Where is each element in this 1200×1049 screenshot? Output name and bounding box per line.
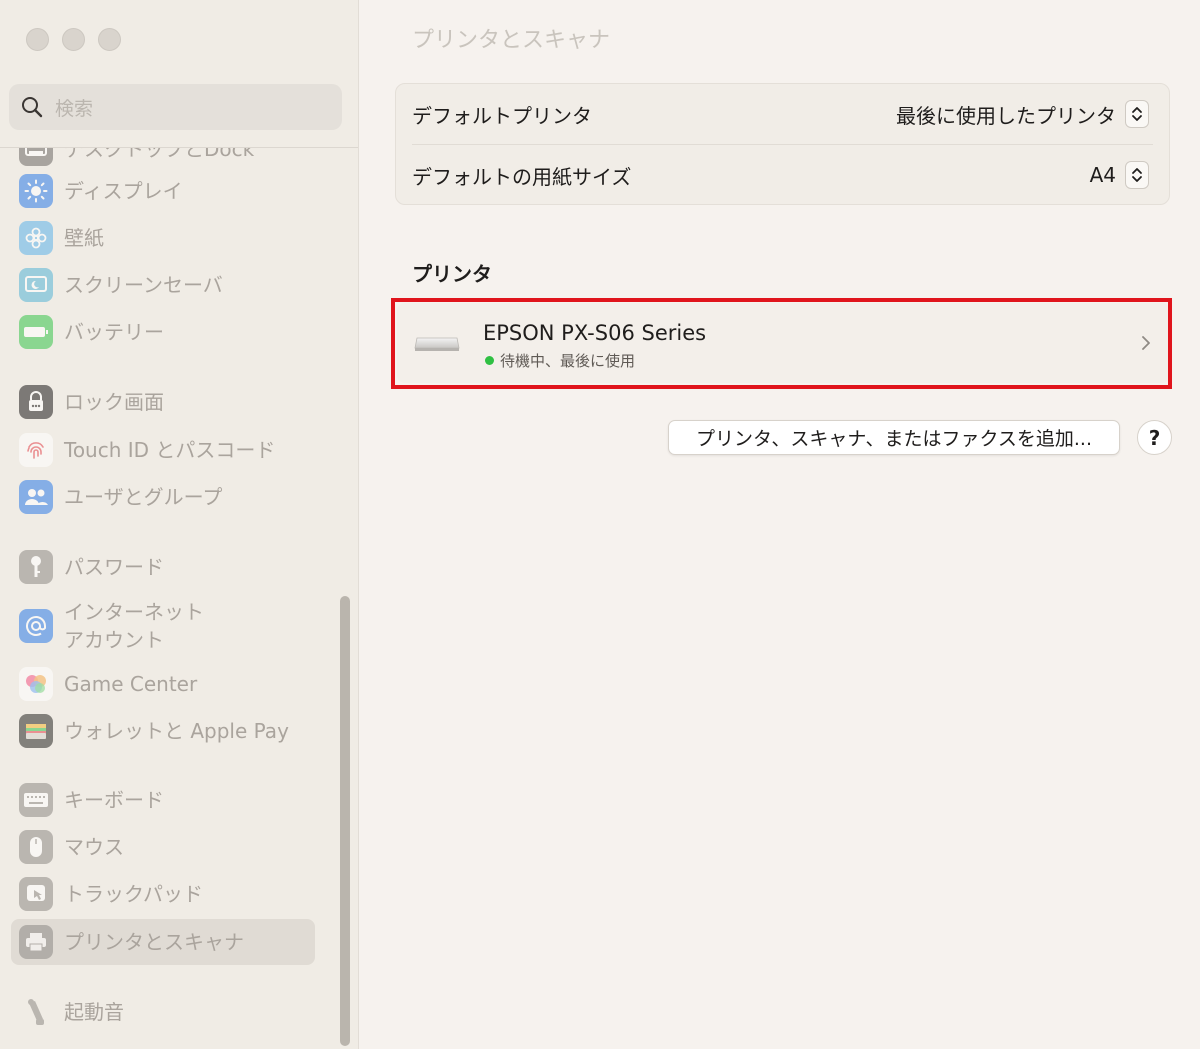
chevron-up-down-icon — [1125, 161, 1149, 189]
default-printer-value: 最後に使用したプリンタ — [896, 103, 1116, 128]
default-paper-row: デフォルトの用紙サイズ A4 — [396, 145, 1169, 205]
minimize-window-button[interactable] — [62, 28, 85, 51]
label-line-1: インターネット — [64, 600, 204, 624]
sidebar-item-label: デスクトップとDock — [64, 148, 255, 161]
keyboard-icon — [19, 783, 53, 817]
default-printer-row: デフォルトプリンタ 最後に使用したプリンタ — [396, 84, 1169, 144]
sidebar-item-wallpaper[interactable]: 壁紙 — [11, 215, 315, 261]
sidebar-item-label: トラックパッド — [64, 882, 203, 906]
printer-icon — [19, 925, 53, 959]
sidebar-item-label: 起動音 — [64, 1000, 124, 1024]
highlight-box — [391, 298, 1172, 389]
users-icon — [19, 480, 53, 514]
sidebar: 検索 デスクトップとDock ディスプレイ 壁紙 スクリーンセーバ バッテリー … — [0, 0, 359, 1049]
dock-icon — [19, 148, 53, 166]
default-printer-popup[interactable]: 最後に使用したプリンタ — [896, 100, 1149, 129]
at-icon — [19, 609, 53, 643]
trackpad-icon — [19, 877, 53, 911]
default-printer-label: デフォルトプリンタ — [412, 103, 592, 128]
wallet-icon — [19, 714, 53, 748]
chevron-up-down-icon — [1125, 100, 1149, 128]
sidebar-item-game-center[interactable]: Game Center — [11, 661, 315, 707]
sidebar-item-keyboard[interactable]: キーボード — [11, 777, 315, 823]
battery-icon — [19, 315, 53, 349]
screen-saver-icon — [19, 268, 53, 302]
add-printer-button[interactable]: プリンタ、スキャナ、またはファクスを追加... — [668, 420, 1120, 455]
sidebar-item-label: マウス — [64, 835, 124, 859]
sidebar-item-users-groups[interactable]: ユーザとグループ — [11, 474, 315, 520]
sidebar-item-label: キーボード — [64, 788, 164, 812]
search-icon — [22, 97, 43, 118]
sidebar-item-label: ユーザとグループ — [64, 485, 223, 509]
search-placeholder: 検索 — [55, 97, 94, 120]
sidebar-item-label: インターネット アカウント — [64, 598, 204, 654]
sidebar-list: デスクトップとDock ディスプレイ 壁紙 スクリーンセーバ バッテリー ロック… — [0, 148, 358, 1049]
speaker-icon — [19, 995, 53, 1029]
sidebar-item-label: スクリーンセーバ — [64, 273, 223, 297]
sidebar-item-label: ウォレットと Apple Pay — [64, 719, 289, 743]
default-paper-popup[interactable]: A4 — [1090, 161, 1149, 189]
mouse-icon — [19, 830, 53, 864]
game-center-icon — [19, 667, 53, 701]
label-line-2: アカウント — [64, 628, 164, 652]
sidebar-item-printers-scanners[interactable]: プリンタとスキャナ — [11, 919, 315, 965]
sidebar-item-startup-sound[interactable]: 起動音 — [11, 989, 315, 1035]
default-paper-value: A4 — [1089, 163, 1116, 187]
zoom-window-button[interactable] — [98, 28, 121, 51]
sidebar-item-trackpad[interactable]: トラックパッド — [11, 871, 315, 917]
sidebar-item-label: 壁紙 — [64, 226, 104, 250]
sidebar-item-touch-id[interactable]: Touch ID とパスコード — [11, 427, 315, 473]
sidebar-item-passwords[interactable]: パスワード — [11, 544, 315, 590]
sidebar-item-lock-screen[interactable]: ロック画面 — [11, 379, 315, 425]
key-icon — [19, 550, 53, 584]
sidebar-item-internet-accounts[interactable]: インターネット アカウント — [11, 598, 315, 654]
sidebar-item-label: Game Center — [64, 672, 198, 696]
sidebar-item-label: Touch ID とパスコード — [64, 438, 276, 462]
default-paper-label: デフォルトの用紙サイズ — [412, 164, 632, 189]
sun-icon — [19, 174, 53, 208]
printers-section-label: プリンタ — [412, 262, 492, 286]
sidebar-item-label: パスワード — [64, 555, 164, 579]
sidebar-item-battery[interactable]: バッテリー — [11, 309, 315, 355]
search-field[interactable]: 検索 — [9, 84, 342, 130]
help-button[interactable]: ? — [1137, 420, 1172, 455]
lock-icon — [19, 385, 53, 419]
sidebar-item-label: バッテリー — [64, 320, 164, 344]
settings-card: デフォルトプリンタ 最後に使用したプリンタ デフォルトの用紙サイズ A4 — [395, 83, 1170, 205]
fingerprint-icon — [19, 433, 53, 467]
sidebar-scrollbar[interactable] — [340, 596, 350, 1046]
close-window-button[interactable] — [26, 28, 49, 51]
sidebar-item-display[interactable]: ディスプレイ — [11, 168, 315, 214]
sidebar-item-label: ロック画面 — [64, 390, 164, 414]
sidebar-item-label: プリンタとスキャナ — [64, 930, 244, 954]
sidebar-item-screensaver[interactable]: スクリーンセーバ — [11, 262, 315, 308]
window-controls — [26, 28, 121, 51]
page-title: プリンタとスキャナ — [412, 28, 611, 53]
sidebar-item-label: ディスプレイ — [64, 179, 183, 203]
sidebar-item-wallet[interactable]: ウォレットと Apple Pay — [11, 708, 315, 754]
flower-icon — [19, 221, 53, 255]
sidebar-item-mouse[interactable]: マウス — [11, 824, 315, 870]
